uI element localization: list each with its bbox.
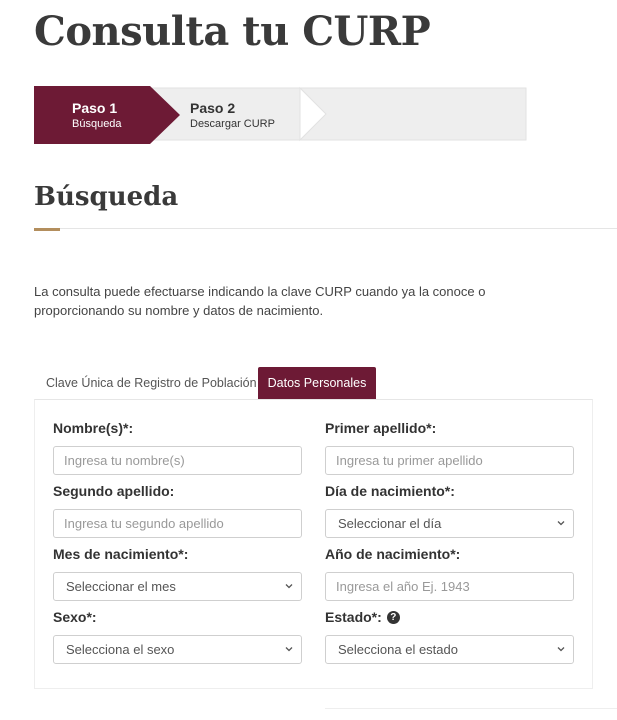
section-divider xyxy=(34,228,617,229)
segundo-apellido-label: Segundo apellido: xyxy=(53,483,175,499)
segundo-apellido-field: Segundo apellido: Ingresa tu segundo ape… xyxy=(53,481,302,538)
estado-select-value: Selecciona el estado xyxy=(338,642,458,657)
step-1-subtitle: Búsqueda xyxy=(72,118,122,130)
chevron-down-icon xyxy=(557,521,565,526)
estado-field: Estado*: ? Selecciona el estado xyxy=(325,607,574,664)
step-1-title: Paso 1 xyxy=(72,100,118,116)
sexo-select-value: Selecciona el sexo xyxy=(66,642,175,657)
mes-select[interactable]: Seleccionar el mes xyxy=(53,572,302,601)
chevron-down-icon xyxy=(285,647,293,652)
primer-apellido-input[interactable]: Ingresa tu primer apellido xyxy=(325,446,574,475)
page-title: Consulta tu CURP xyxy=(34,8,431,55)
mes-select-value: Seleccionar el mes xyxy=(66,579,176,594)
primer-apellido-field: Primer apellido*: Ingresa tu primer apel… xyxy=(325,418,574,475)
step-1: Paso 1 Búsqueda xyxy=(72,100,122,131)
sexo-field: Sexo*: Selecciona el sexo xyxy=(53,607,302,664)
question-circle-icon[interactable]: ? xyxy=(386,610,400,624)
step-2: Paso 2 Descargar CURP xyxy=(190,100,275,131)
section-accent-bar xyxy=(34,228,60,231)
nombre-input[interactable]: Ingresa tu nombre(s) xyxy=(53,446,302,475)
dia-select[interactable]: Seleccionar el día xyxy=(325,509,574,538)
chevron-down-icon xyxy=(557,647,565,652)
anio-label: Año de nacimiento*: xyxy=(325,546,461,562)
mes-field: Mes de nacimiento*: Seleccionar el mes xyxy=(53,544,302,601)
section-title: Búsqueda xyxy=(34,182,179,212)
anio-field: Año de nacimiento*: Ingresa el año Ej. 1… xyxy=(325,544,574,601)
intro-text: La consulta puede efectuarse indicando l… xyxy=(34,284,486,318)
bottom-divider xyxy=(325,708,617,709)
sexo-select[interactable]: Selecciona el sexo xyxy=(53,635,302,664)
dia-field: Día de nacimiento*: Seleccionar el día xyxy=(325,481,574,538)
step-2-subtitle: Descargar CURP xyxy=(190,118,275,130)
estado-label-row: Estado*: ? xyxy=(325,607,574,627)
estado-select[interactable]: Selecciona el estado xyxy=(325,635,574,664)
primer-apellido-label: Primer apellido*: xyxy=(325,420,437,436)
stepper: Paso 1 Búsqueda Paso 2 Descargar CURP xyxy=(34,86,528,144)
step-2-title: Paso 2 xyxy=(190,100,236,116)
dia-select-value: Seleccionar el día xyxy=(338,516,442,531)
segundo-apellido-input[interactable]: Ingresa tu segundo apellido xyxy=(53,509,302,538)
sexo-label: Sexo*: xyxy=(53,609,97,625)
nombre-label: Nombre(s)*: xyxy=(53,420,134,436)
dia-label: Día de nacimiento*: xyxy=(325,483,455,499)
tab-datos-personales[interactable]: Datos Personales xyxy=(258,367,376,399)
chevron-down-icon xyxy=(285,584,293,589)
tab-curp[interactable]: Clave Única de Registro de Población xyxy=(34,367,258,399)
nombre-field: Nombre(s)*: Ingresa tu nombre(s) xyxy=(53,418,302,475)
anio-input[interactable]: Ingresa el año Ej. 1943 xyxy=(325,572,574,601)
estado-label: Estado*: xyxy=(325,609,382,625)
mes-label: Mes de nacimiento*: xyxy=(53,546,189,562)
